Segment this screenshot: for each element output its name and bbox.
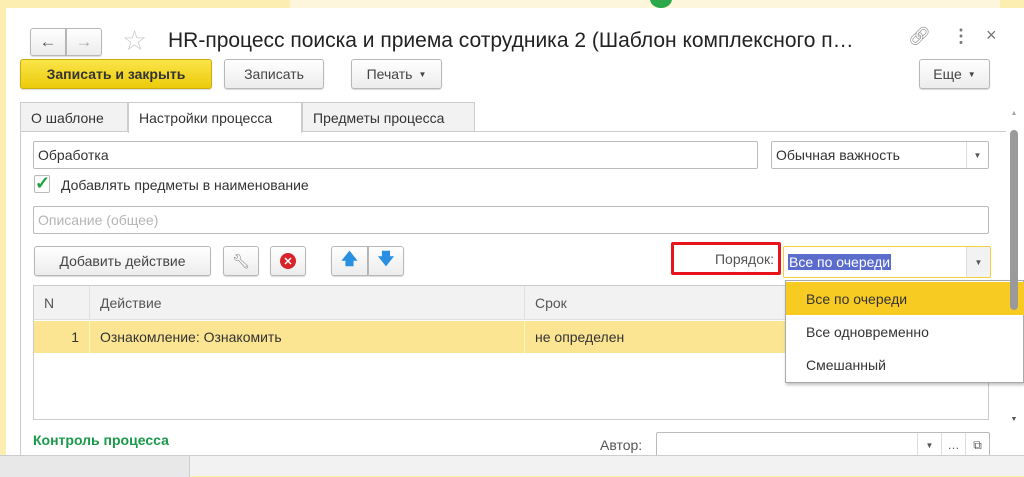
arrow-up-icon: 🡅 <box>341 250 358 268</box>
scroll-up-icon[interactable]: ▲ <box>1008 110 1020 117</box>
checkmark-icon: ✓ <box>35 173 51 193</box>
more-label: Еще <box>933 66 962 82</box>
save-button[interactable]: Записать <box>224 59 324 89</box>
add-action-button[interactable]: Добавить действие <box>34 246 211 276</box>
move-up-button[interactable]: 🡅 <box>331 246 368 276</box>
importance-select[interactable]: Обычная важность ▼ <box>771 141 989 169</box>
column-header-term[interactable]: Срок <box>525 286 825 320</box>
order-dropdown-menu: Все по очереди Все одновременно Смешанны… <box>785 280 1024 383</box>
dropdown-option-sequential[interactable]: Все по очереди <box>786 282 1024 315</box>
chevron-down-icon: ▼ <box>967 69 976 79</box>
arrow-down-icon: 🡇 <box>377 250 395 268</box>
print-button[interactable]: Печать ▼ <box>351 59 442 89</box>
order-value: Все по очереди <box>788 254 892 270</box>
wrench-icon: 🔧︎ <box>232 252 250 269</box>
add-subjects-checkbox[interactable]: ✓ <box>34 173 51 193</box>
more-button[interactable]: Еще ▼ <box>919 59 990 89</box>
description-input[interactable]: Описание (общее) <box>33 206 989 234</box>
column-header-action[interactable]: Действие <box>90 286 525 320</box>
tab-about-template[interactable]: О шаблоне <box>20 102 128 132</box>
dropdown-option-simultaneous[interactable]: Все одновременно <box>786 315 1024 348</box>
settings-button[interactable]: 🔧︎ <box>223 246 259 276</box>
row-action: Ознакомление: Ознакомить <box>90 321 525 353</box>
scrollbar-thumb[interactable] <box>1010 130 1018 310</box>
chevron-down-icon: ▼ <box>418 69 427 79</box>
select-ellipsis-button[interactable]: … <box>941 433 965 457</box>
bottom-bar <box>0 455 1024 477</box>
chevron-down-icon[interactable]: ▼ <box>966 247 990 277</box>
chevron-down-icon[interactable]: ▼ <box>966 142 988 168</box>
print-label: Печать <box>366 66 413 82</box>
tab-process-settings[interactable]: Настройки процесса <box>128 102 302 133</box>
add-subjects-label: Добавлять предметы в наименование <box>61 177 309 193</box>
forward-button[interactable]: → <box>66 28 102 56</box>
arrow-left-icon: ← <box>39 32 57 51</box>
row-number: 1 <box>34 321 90 353</box>
arrow-right-icon: → <box>75 32 93 51</box>
move-down-button[interactable]: 🡇 <box>368 246 404 276</box>
link-icon[interactable]: 🔗︎ <box>908 26 931 47</box>
tab-process-subjects[interactable]: Предметы процесса <box>302 102 475 132</box>
delete-button[interactable]: ✕ <box>270 246 306 276</box>
author-label: Автор: <box>600 437 643 453</box>
section-title-process-control: Контроль процесса <box>33 432 169 448</box>
name-input[interactable]: Обработка <box>33 141 758 169</box>
more-vertical-icon[interactable]: ⋮ <box>952 26 970 47</box>
page-title: HR-процесс поиска и приема сотрудника 2 … <box>168 29 854 52</box>
back-button[interactable]: ← <box>30 28 66 56</box>
order-select[interactable]: Все по очереди ▼ <box>783 246 991 278</box>
open-icon[interactable]: ⧉ <box>965 433 989 457</box>
background-strip <box>290 0 1000 8</box>
favorite-star-icon[interactable]: ☆ <box>122 24 147 57</box>
importance-value: Обычная важность <box>776 147 900 163</box>
scroll-down-icon[interactable]: ▼ <box>1008 416 1020 423</box>
save-and-close-button[interactable]: Записать и закрыть <box>20 59 212 89</box>
column-header-n[interactable]: N <box>34 286 90 320</box>
order-label: Порядок: <box>671 242 781 275</box>
chevron-down-icon[interactable]: ▼ <box>917 433 941 457</box>
delete-icon: ✕ <box>280 253 296 269</box>
scrollbar[interactable]: ▲ ▼ <box>1008 110 1020 430</box>
dropdown-option-mixed[interactable]: Смешанный <box>786 348 1024 381</box>
close-icon[interactable]: × <box>986 25 997 46</box>
row-term: не определен <box>535 329 625 345</box>
